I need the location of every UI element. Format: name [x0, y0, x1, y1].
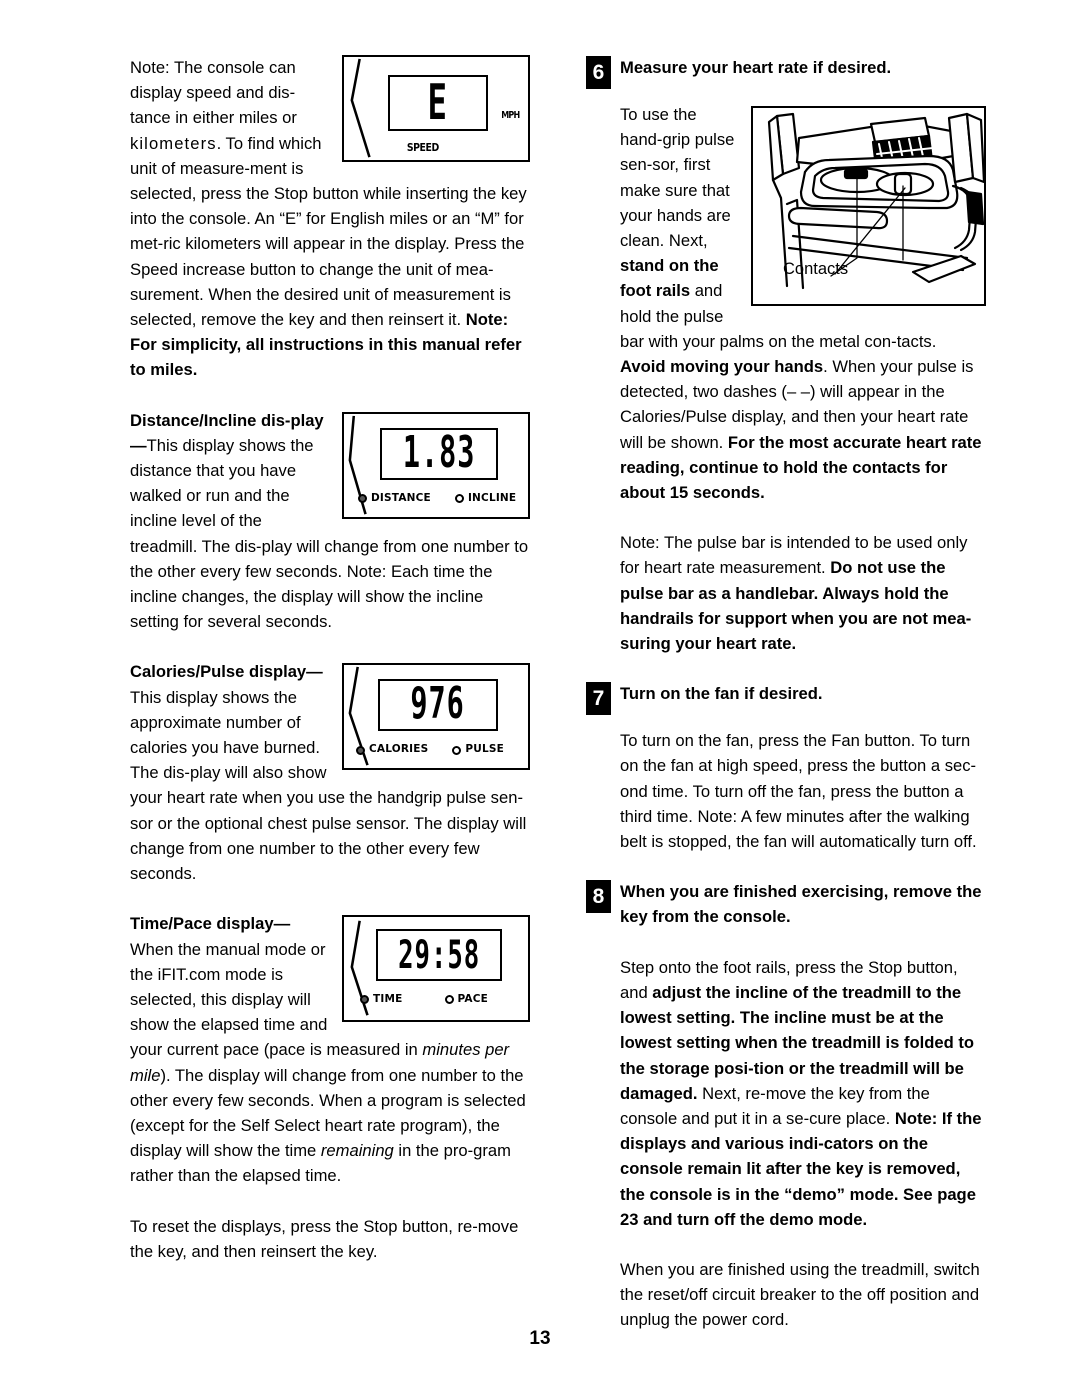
- note-console-block: E SPEED MPH Note: The console can displa…: [130, 55, 530, 383]
- time-display-figure: 29:58 TIME PACE: [342, 915, 530, 1023]
- treadmill-illustration-figure: Contacts: [751, 106, 986, 306]
- left-column: E SPEED MPH Note: The console can displa…: [130, 55, 530, 1264]
- right-column: 6 Measure your heart rate if desired. Co…: [586, 55, 986, 1333]
- step-8-heading: 8 When you are finished exercising, remo…: [586, 879, 986, 929]
- time-value: 29:58: [398, 932, 480, 978]
- pulse-indicator-dot-icon: [452, 745, 462, 755]
- reset-displays-note: To reset the displays, press the Stop bu…: [130, 1216, 519, 1261]
- calories-display-figure: 976 CALORIES PULSE: [342, 663, 530, 771]
- incline-indicator-dot-icon: [454, 493, 464, 503]
- time-indicator-dot-icon: [360, 995, 369, 1005]
- distance-incline-block: 1.83 DISTANCE INCLINE Distance/Incline d…: [130, 408, 530, 635]
- speed-display-figure: E SPEED MPH: [342, 55, 530, 162]
- calories-indicator-dot-icon: [356, 745, 365, 755]
- speed-lcd-window: E: [388, 75, 488, 131]
- calories-pulse-dash: —: [306, 662, 323, 682]
- incline-indicator-label: INCLINE: [467, 491, 517, 504]
- speed-caption: SPEED: [406, 141, 439, 154]
- step-8-body-text: Step onto the foot rails, press the Stop…: [586, 955, 986, 1232]
- time-pace-italic-b: remaining: [320, 1141, 394, 1161]
- page-number: 13: [529, 1328, 551, 1349]
- step-6-body-block: Contacts To use the hand-grip pulse sen-…: [586, 102, 986, 505]
- contacts-callout-label: Contacts: [783, 259, 849, 278]
- step-6-number-badge: 6: [586, 56, 611, 89]
- pace-indicator-label: PACE: [457, 993, 489, 1006]
- calories-value: 976: [410, 679, 466, 731]
- pace-indicator-dot-icon: [444, 995, 454, 1005]
- step-6-pulse-bar-note: Note: The pulse bar is intended to be us…: [586, 530, 986, 656]
- time-pace-dash: —: [273, 914, 291, 934]
- time-indicator-label: TIME: [373, 993, 403, 1006]
- time-lcd-window: 29:58: [376, 929, 502, 982]
- calories-indicator-label: CALORIES: [369, 743, 429, 756]
- step-6-heading: 6 Measure your heart rate if desired.: [586, 55, 986, 89]
- note-console-part2: . To find which unit of measure-ment is …: [130, 133, 527, 330]
- distance-display-figure: 1.83 DISTANCE INCLINE: [342, 411, 530, 519]
- calories-pulse-block: 976 CALORIES PULSE Calories/Pulse displa…: [130, 659, 530, 886]
- step-7-body: To turn on the fan, press the Fan button…: [620, 731, 977, 852]
- calories-pulse-heading: Calories/Pulse display: [130, 662, 307, 682]
- step-8-title: When you are finished exercising, remove…: [620, 882, 982, 927]
- distance-incline-dash: —: [130, 435, 147, 455]
- manual-page: E SPEED MPH Note: The console can displa…: [0, 0, 1080, 1397]
- calories-indicator-row: CALORIES PULSE: [356, 737, 504, 762]
- step-7-title: Turn on the fan if desired.: [620, 684, 823, 704]
- time-pace-heading: Time/Pace display: [130, 914, 274, 934]
- speed-value: E: [427, 74, 449, 132]
- step-8-final-paragraph: When you are finished using the treadmil…: [620, 1259, 980, 1330]
- step-6-title: Measure your heart rate if desired.: [620, 58, 892, 77]
- note-console-part1: Note: The console can display speed and …: [130, 58, 297, 128]
- speed-unit-mph: MPH: [501, 110, 521, 121]
- distance-incline-heading: Distance/Incline dis-play: [130, 410, 324, 430]
- step-6-body-a: To use the hand-grip pulse sen-sor, firs…: [620, 105, 735, 251]
- pulse-indicator-label: PULSE: [465, 743, 505, 756]
- step-8-number-badge: 8: [586, 880, 611, 914]
- time-pace-block: 29:58 TIME PACE Time/Pace display—When t…: [130, 911, 530, 1188]
- distance-indicator-label: DISTANCE: [371, 491, 431, 504]
- distance-value: 1.83: [402, 427, 476, 479]
- step-7-number-badge: 7: [586, 682, 611, 716]
- step-6-bold-b: Avoid moving your hands: [620, 357, 824, 377]
- time-indicator-row: TIME PACE: [360, 987, 488, 1012]
- distance-lcd-window: 1.83: [380, 427, 498, 480]
- distance-indicator-row: DISTANCE INCLINE: [358, 486, 516, 511]
- calories-lcd-window: 976: [378, 679, 498, 732]
- distance-indicator-dot-icon: [358, 493, 367, 503]
- step-7-heading: 7 Turn on the fan if desired.: [586, 681, 986, 716]
- note-console-kilometers: kilometers: [130, 133, 217, 153]
